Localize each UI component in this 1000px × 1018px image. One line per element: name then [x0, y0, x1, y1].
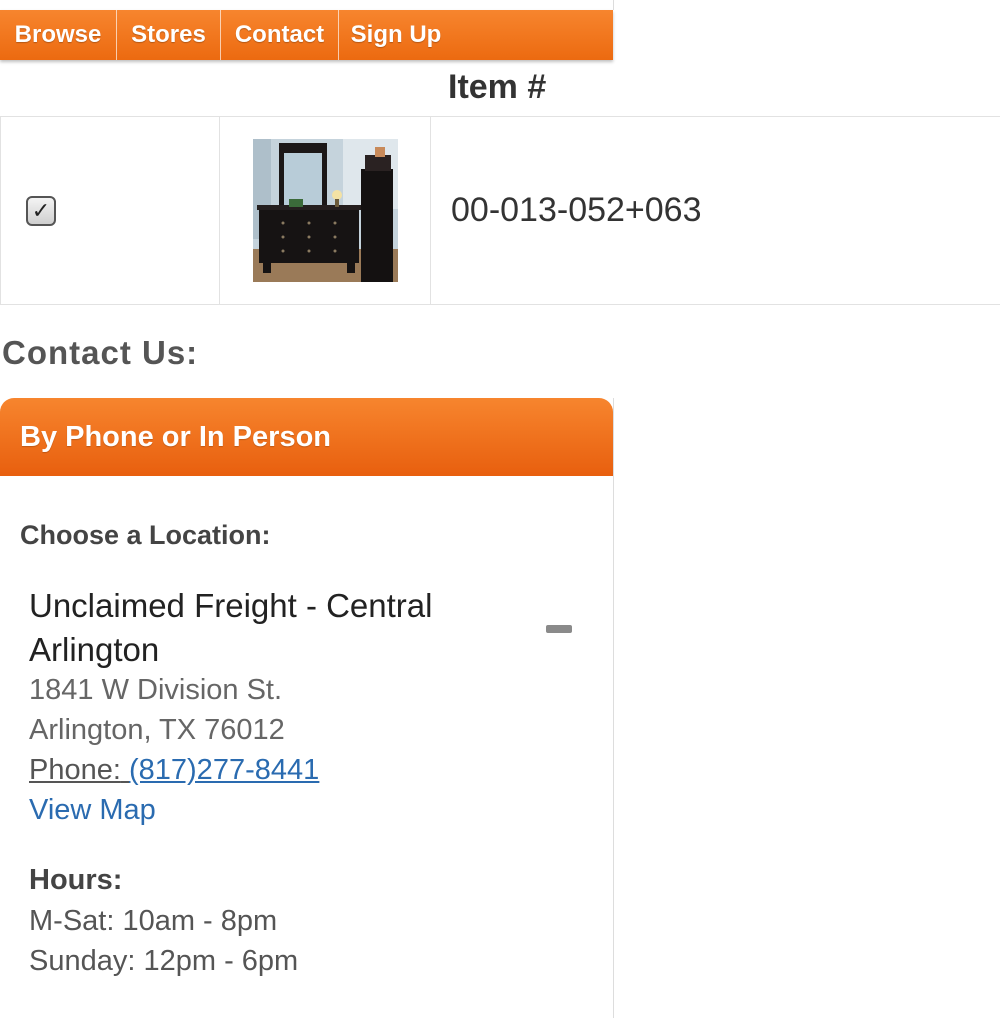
address-line-2: Arlington, TX 76012 — [29, 714, 285, 746]
page-edge-rule — [613, 0, 614, 10]
item-number-cell: 00-013-052+063 — [431, 117, 1000, 304]
nav-contact[interactable]: Contact — [221, 10, 339, 60]
hours-weekday: M-Sat: 10am - 8pm — [29, 905, 278, 937]
nav-browse[interactable]: Browse — [0, 10, 117, 60]
panel-title: By Phone or In Person — [20, 420, 331, 453]
checkmark-icon: ✓ — [31, 197, 51, 223]
phone-line: Phone: (817)277-8441 — [29, 754, 319, 787]
choose-location-label: Choose a Location: — [20, 520, 271, 550]
nav-stores[interactable]: Stores — [117, 10, 221, 60]
view-map-link[interactable]: View Map — [29, 794, 156, 827]
item-number-header: Item # — [448, 68, 547, 106]
item-number: 00-013-052+063 — [451, 191, 702, 229]
location-name: Unclaimed Freight - Central Arlington — [29, 587, 433, 668]
image-cell — [220, 117, 431, 304]
panel-header[interactable]: By Phone or In Person — [0, 398, 613, 476]
dresser-thumbnail[interactable] — [252, 139, 398, 282]
dresser-image-icon — [252, 139, 398, 282]
select-cell: ✓ — [0, 117, 220, 304]
item-checkbox[interactable]: ✓ — [26, 195, 56, 226]
collapse-minus-icon[interactable] — [546, 625, 572, 633]
top-nav: Browse Stores Contact Sign Up — [0, 10, 613, 60]
address-line-1: 1841 W Division St. — [29, 674, 283, 706]
hours-label: Hours: — [29, 864, 123, 896]
hours-sunday: Sunday: 12pm - 6pm — [29, 945, 299, 977]
phone-label: Phone: — [29, 754, 121, 786]
nav-sign-up[interactable]: Sign Up — [339, 10, 459, 60]
contact-panel: By Phone or In Person Choose a Location:… — [0, 398, 614, 1018]
phone-link[interactable]: (817)277-8441 — [129, 754, 319, 786]
contact-us-heading: Contact Us: — [2, 334, 199, 371]
item-table-row: ✓ 00-013-052+063 — [0, 116, 1000, 305]
